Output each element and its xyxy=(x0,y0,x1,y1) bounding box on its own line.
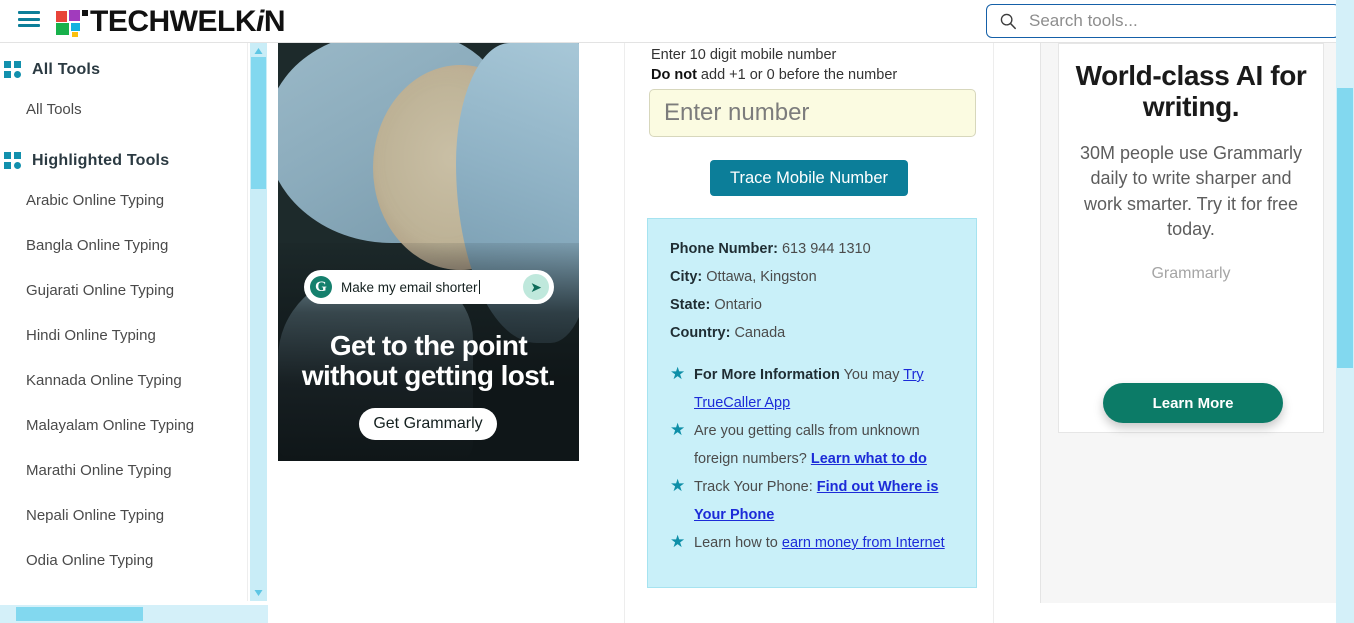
sidebar-item-malayalam-online-typing[interactable]: Malayalam Online Typing xyxy=(0,403,247,448)
logo-word-end: N xyxy=(263,5,286,38)
tool-column: Enter 10 digit mobile number Do not add … xyxy=(624,43,994,623)
ad-headline-line1: Get to the point xyxy=(329,330,528,361)
right-ad-slot: World-class AI for writing. 30M people u… xyxy=(1040,43,1340,603)
star-icon: ★ xyxy=(670,420,686,439)
ad-prompt-label: Make my email shorter xyxy=(341,279,478,295)
result-field-value: Ottawa, Kingston xyxy=(706,269,817,285)
result-field: City: Ottawa, Kingston xyxy=(670,263,976,291)
result-bullet: ★ Track Your Phone: Find out Where is You… xyxy=(670,473,964,529)
bullet-link[interactable]: Learn what to do xyxy=(811,451,927,467)
result-field-label: Phone Number: xyxy=(670,241,778,257)
logo-square-yellow xyxy=(72,32,78,37)
bullet-text: Learn how to xyxy=(694,535,782,551)
result-field-label: State: xyxy=(670,297,711,313)
form-hint-line1: Enter 10 digit mobile number xyxy=(651,47,837,63)
sidebar-item-kannada-online-typing[interactable]: Kannada Online Typing xyxy=(0,358,247,403)
scroll-down-arrow-icon[interactable] xyxy=(253,588,264,598)
result-field-label: Country: xyxy=(670,325,731,341)
sidebar-item-bangla-online-typing[interactable]: Bangla Online Typing xyxy=(0,223,247,268)
sidebar-item-gujarati-online-typing[interactable]: Gujarati Online Typing xyxy=(0,268,247,313)
sidebar-item-odia-online-typing[interactable]: Odia Online Typing xyxy=(0,538,247,583)
result-field-value: 613 944 1310 xyxy=(781,241,871,257)
hamburger-line xyxy=(18,11,40,14)
result-bullet: ★ For More Information You may Try TrueCa… xyxy=(670,361,964,417)
sidebar-item-nepali-online-typing[interactable]: Nepali Online Typing xyxy=(0,493,247,538)
result-field: Phone Number: 613 944 1310 xyxy=(670,235,976,263)
scroll-up-arrow-icon[interactable] xyxy=(253,46,264,56)
right-ad-title: World-class AI for writing. xyxy=(1075,60,1307,123)
logo-wordmark: TECHWELKiN xyxy=(90,5,286,38)
learn-more-button[interactable]: Learn More xyxy=(1103,383,1283,423)
search-bar[interactable] xyxy=(986,4,1340,38)
logo-square-cyan xyxy=(71,23,80,31)
bullet-lead: For More Information xyxy=(694,367,840,383)
sidebar-section-label: Highlighted Tools xyxy=(32,152,170,169)
ad-prompt-pill: G Make my email shorter ➤ xyxy=(304,270,554,304)
bullet-text: Track Your Phone: xyxy=(694,479,817,495)
bullet-text: You may xyxy=(839,367,904,383)
star-icon: ★ xyxy=(670,364,686,383)
right-ad-body: 30M people use Grammarly daily to write … xyxy=(1079,142,1303,240)
grammarly-logo-icon: G xyxy=(310,276,332,298)
get-grammarly-button[interactable]: Get Grammarly xyxy=(359,408,497,440)
page-vertical-scrollbar[interactable] xyxy=(1336,0,1354,623)
send-icon: ➤ xyxy=(523,274,549,300)
star-icon: ★ xyxy=(670,476,686,495)
logo-square-red xyxy=(56,11,67,22)
grid-icon xyxy=(4,61,22,79)
sidebar-scroll-thumb[interactable] xyxy=(251,57,266,189)
logo-square-purple xyxy=(69,10,80,21)
hamburger-line xyxy=(18,17,40,21)
form-hint-bold: Do not xyxy=(651,67,697,83)
form-hint-rest: add +1 or 0 before the number xyxy=(696,67,898,83)
trace-mobile-number-button[interactable]: Trace Mobile Number xyxy=(710,160,908,196)
page-scroll-thumb[interactable] xyxy=(1337,88,1353,368)
result-field: Country: Canada xyxy=(670,319,976,347)
horizontal-scroll-thumb[interactable] xyxy=(16,607,143,621)
sidebar-item-arabic-online-typing[interactable]: Arabic Online Typing xyxy=(0,178,247,223)
sidebar-section-header[interactable]: Highlighted Tools xyxy=(0,144,247,178)
form-hint-line2: Do not add +1 or 0 before the number xyxy=(651,67,897,83)
result-field-label: City: xyxy=(670,269,703,285)
sidebar-item-marathi-online-typing[interactable]: Marathi Online Typing xyxy=(0,448,247,493)
hamburger-icon[interactable] xyxy=(18,11,40,29)
content-area: G Make my email shorter ➤ Get to the poi… xyxy=(268,43,1340,623)
sidebar: All Tools All Tools Highlighted Tools Arabi… xyxy=(0,43,248,601)
site-logo[interactable]: TECHWELKiN xyxy=(56,5,286,38)
sidebar-item-all-tools[interactable]: All Tools xyxy=(0,87,247,132)
sidebar-vertical-scrollbar[interactable] xyxy=(250,43,267,601)
logo-square-black xyxy=(82,10,88,16)
grid-icon xyxy=(4,152,22,170)
result-field-value: Ontario xyxy=(714,297,762,313)
sidebar-item-hindi-online-typing[interactable]: Hindi Online Typing xyxy=(0,313,247,358)
grammarly-banner-ad[interactable]: G Make my email shorter ➤ Get to the poi… xyxy=(278,43,579,461)
star-icon: ★ xyxy=(670,532,686,551)
result-bullet: ★ Learn how to earn money from Internet xyxy=(670,529,964,557)
right-ad-brand: Grammarly xyxy=(1151,264,1231,282)
logo-square-green xyxy=(56,23,69,35)
mobile-number-input[interactable] xyxy=(649,89,976,137)
search-input[interactable] xyxy=(1027,8,1317,34)
horizontal-scrollbar[interactable] xyxy=(0,605,268,623)
search-icon xyxy=(1000,13,1016,30)
site-header: TECHWELKiN xyxy=(0,0,1354,43)
text-caret xyxy=(478,279,480,294)
ad-headline: Get to the point without getting lost. xyxy=(278,330,579,392)
bullet-link[interactable]: earn money from Internet xyxy=(782,535,945,551)
result-field: State: Ontario xyxy=(670,291,976,319)
logo-word-italic: i xyxy=(255,5,264,38)
logo-squares-icon xyxy=(56,10,88,37)
ad-headline-line2: without getting lost. xyxy=(301,360,556,392)
grammarly-text-ad[interactable]: World-class AI for writing. 30M people u… xyxy=(1058,43,1324,433)
page-body: All Tools All Tools Highlighted Tools Arabi… xyxy=(0,43,1354,623)
result-bullet: ★ Are you getting calls from unknown fore… xyxy=(670,417,964,473)
result-field-value: Canada xyxy=(734,325,786,341)
sidebar-section-header[interactable]: All Tools xyxy=(0,53,247,87)
trace-result-panel: Phone Number: 613 944 1310 City: Ottawa, … xyxy=(647,218,977,588)
hamburger-line xyxy=(18,24,40,27)
logo-word-main: TECHWELK xyxy=(90,5,256,38)
sidebar-section-label: All Tools xyxy=(32,61,101,78)
ad-prompt-text: Make my email shorter xyxy=(341,279,523,295)
